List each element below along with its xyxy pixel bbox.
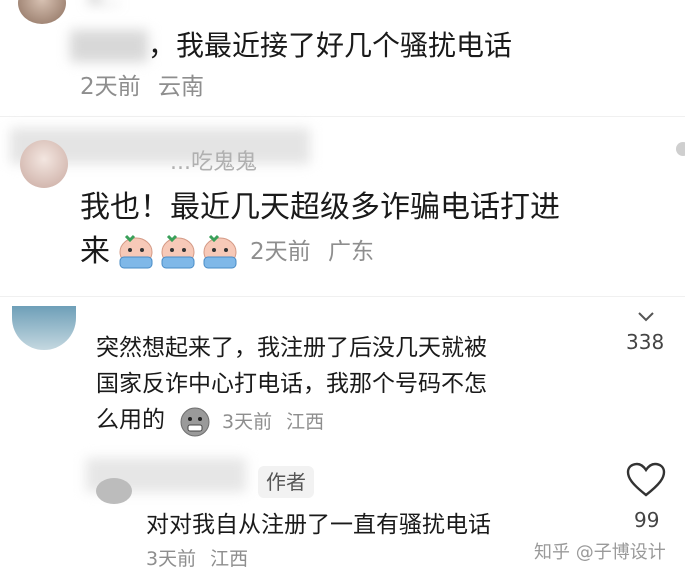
avatar[interactable] — [20, 140, 68, 188]
comment-text: 么用的 — [96, 407, 165, 433]
comment-text: 突然想起来了，我注册了后没几天就被 — [96, 335, 487, 361]
username-blur — [70, 30, 148, 62]
comment-location: 云南 — [157, 74, 204, 100]
username[interactable]: A... — [88, 0, 120, 10]
heart-icon[interactable] — [626, 462, 666, 502]
comment-location: 广东 — [327, 239, 374, 265]
divider — [0, 116, 685, 117]
like-count: 338 — [626, 330, 665, 354]
avatar[interactable] — [12, 306, 76, 350]
chevron-down-icon[interactable] — [636, 308, 656, 327]
divider — [0, 296, 685, 297]
side-handle — [676, 142, 685, 156]
comment-text: 来 — [80, 234, 110, 269]
crying-emoji-icon — [119, 234, 237, 269]
reply-time: 3天前 — [146, 548, 197, 570]
emoji-row — [118, 230, 240, 270]
reply-meta: 3天前 江西 — [146, 546, 248, 572]
avatar[interactable] — [18, 0, 66, 24]
author-badge: 作者 — [258, 466, 314, 498]
comment-time: 2天前 — [80, 74, 141, 100]
comment-text: 我也！最近几天超级多诈骗电话打进 — [80, 190, 560, 225]
watermark: 知乎 @子博设计 — [534, 542, 666, 563]
reply-text: 对对我自从注册了一直有骚扰电话 — [146, 512, 491, 538]
comment-time: 2天前 — [250, 239, 311, 265]
username[interactable]: ...吃鬼鬼 — [170, 144, 257, 176]
grimace-emoji-icon — [178, 404, 212, 442]
reply-location: 江西 — [210, 548, 249, 570]
comment-meta: 2天前 云南 — [80, 72, 204, 102]
like-count: 99 — [634, 508, 660, 532]
comment-text: ，我最近接了好几个骚扰电话 — [148, 29, 513, 62]
comment-meta: 3天前 江西 — [222, 408, 324, 436]
comment-location: 江西 — [286, 411, 325, 433]
comment-text: 国家反诈中心打电话，我那个号码不怎 — [96, 371, 487, 397]
avatar[interactable] — [96, 478, 132, 504]
comment-meta: 2天前 广东 — [250, 236, 374, 268]
comment-time: 3天前 — [222, 411, 273, 433]
